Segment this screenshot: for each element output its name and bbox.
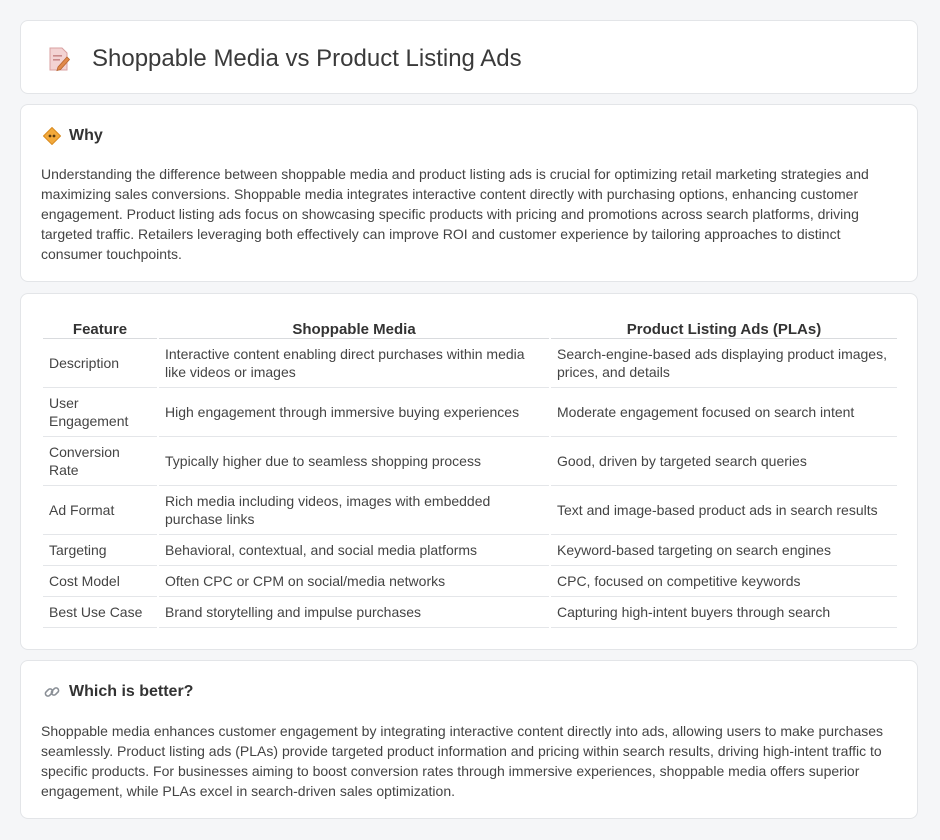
feature-cell: Best Use Case (43, 597, 157, 628)
why-card: Why Understanding the difference between… (20, 104, 918, 282)
title-row: Shoppable Media vs Product Listing Ads (47, 45, 522, 73)
table-row: Description Interactive content enabling… (43, 339, 897, 388)
better-text: Shoppable media enhances customer engage… (41, 723, 884, 799)
shoppable-cell: Typically higher due to seamless shoppin… (159, 437, 549, 486)
column-header-plas: Product Listing Ads (PLAs) (551, 314, 897, 339)
pla-cell: Moderate engagement focused on search in… (551, 388, 897, 437)
feature-cell: Cost Model (43, 566, 157, 597)
pla-cell: Capturing high-intent buyers through sea… (551, 597, 897, 628)
shoppable-cell: Often CPC or CPM on social/media network… (159, 566, 549, 597)
diamond-sign-icon (43, 127, 61, 145)
pla-cell: Search-engine-based ads displaying produ… (551, 339, 897, 388)
comparison-table: Feature Shoppable Media Product Listing … (41, 314, 899, 628)
feature-cell: Description (43, 339, 157, 388)
why-text: Understanding the difference between sho… (41, 166, 869, 262)
shoppable-cell: High engagement through immersive buying… (159, 388, 549, 437)
pla-cell: CPC, focused on competitive keywords (551, 566, 897, 597)
better-heading: Which is better? (43, 683, 193, 701)
table-header-row: Feature Shoppable Media Product Listing … (43, 314, 897, 339)
table-row: Cost Model Often CPC or CPM on social/me… (43, 566, 897, 597)
pla-cell: Keyword-based targeting on search engine… (551, 535, 897, 566)
document-pencil-icon (49, 47, 71, 72)
header-card: Shoppable Media vs Product Listing Ads (20, 20, 918, 94)
why-heading: Why (43, 127, 103, 145)
feature-cell: Conversion Rate (43, 437, 157, 486)
feature-cell: Ad Format (43, 486, 157, 535)
table-row: Ad Format Rich media including videos, i… (43, 486, 897, 535)
column-header-shoppable-media: Shoppable Media (159, 314, 549, 339)
why-title: Why (69, 127, 103, 144)
better-title: Which is better? (69, 683, 194, 700)
shoppable-cell: Behavioral, contextual, and social media… (159, 535, 549, 566)
pla-cell: Good, driven by targeted search queries (551, 437, 897, 486)
table-row: User Engagement High engagement through … (43, 388, 897, 437)
pla-cell: Text and image-based product ads in sear… (551, 486, 897, 535)
feature-cell: User Engagement (43, 388, 157, 437)
shoppable-cell: Interactive content enabling direct purc… (159, 339, 549, 388)
shoppable-cell: Rich media including videos, images with… (159, 486, 549, 535)
feature-cell: Targeting (43, 535, 157, 566)
which-is-better-card: Which is better? Shoppable media enhance… (20, 660, 918, 819)
table-row: Conversion Rate Typically higher due to … (43, 437, 897, 486)
page-title: Shoppable Media vs Product Listing Ads (92, 45, 522, 72)
table-row: Best Use Case Brand storytelling and imp… (43, 597, 897, 628)
table-row: Targeting Behavioral, contextual, and so… (43, 535, 897, 566)
link-icon (44, 687, 60, 697)
shoppable-cell: Brand storytelling and impulse purchases (159, 597, 549, 628)
column-header-feature: Feature (43, 314, 157, 339)
comparison-card: Feature Shoppable Media Product Listing … (20, 293, 918, 650)
